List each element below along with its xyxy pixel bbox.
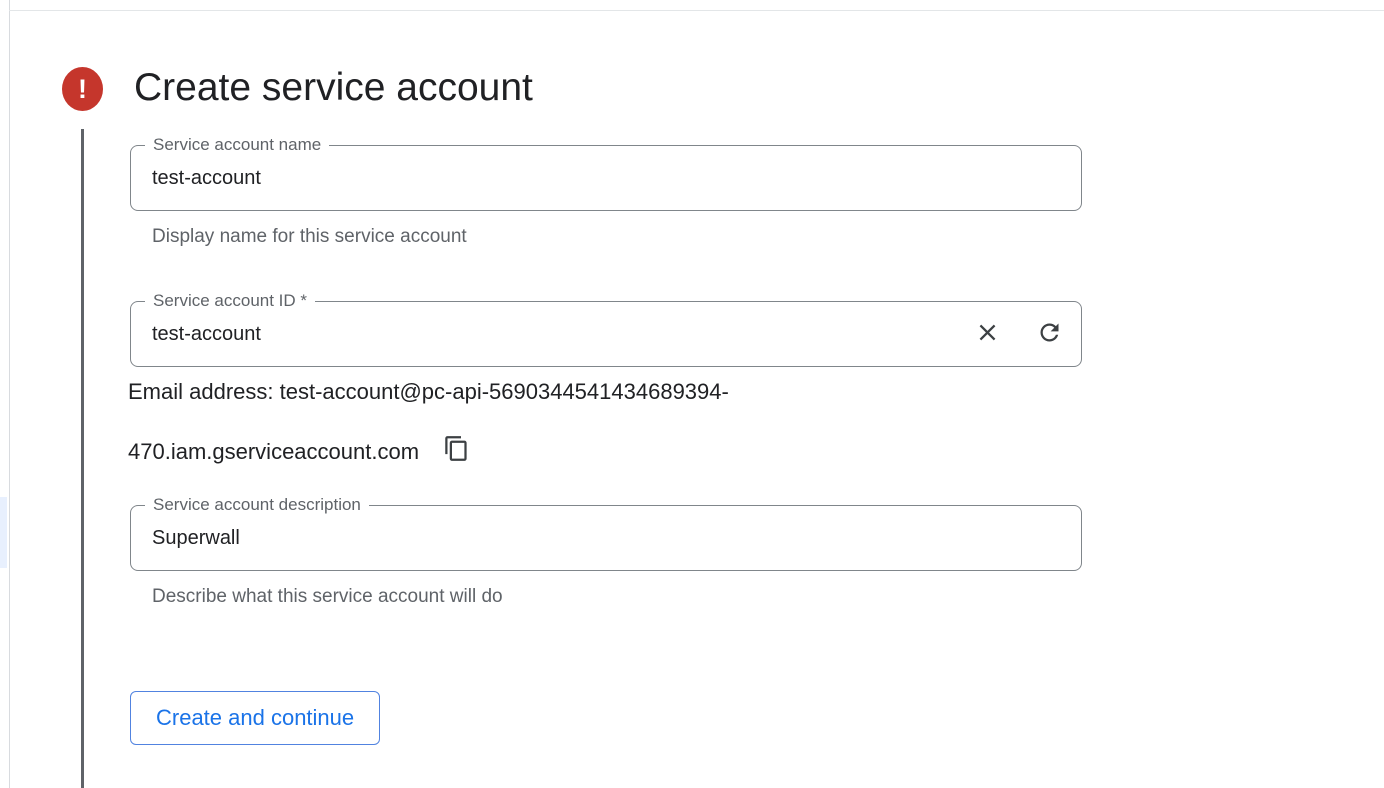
email-address-text: Email address: test-account@pc-api-56903… <box>128 362 729 482</box>
service-account-description-input[interactable] <box>152 507 1052 569</box>
create-and-continue-button[interactable]: Create and continue <box>130 691 380 745</box>
refresh-icon <box>1036 319 1063 349</box>
left-edge-highlight <box>0 497 7 568</box>
error-exclamation-icon: ! <box>62 67 103 111</box>
close-icon <box>974 319 1001 349</box>
service-account-description-field: Service account description <box>130 505 1082 571</box>
copy-email-button[interactable] <box>443 435 470 465</box>
service-account-id-input[interactable] <box>152 303 932 365</box>
service-account-description-helper: Describe what this service account will … <box>152 586 503 608</box>
clear-id-button[interactable] <box>967 314 1007 354</box>
page-title: Create service account <box>134 66 533 110</box>
regenerate-id-button[interactable] <box>1029 314 1069 354</box>
email-address-line-1: Email address: test-account@pc-api-56903… <box>128 362 729 422</box>
email-address-line-2: 470.iam.gserviceaccount.com <box>128 439 419 464</box>
service-account-name-helper: Display name for this service account <box>152 226 467 248</box>
email-address-line-2-row: 470.iam.gserviceaccount.com <box>128 422 729 482</box>
service-account-name-field: Service account name <box>130 145 1082 211</box>
panel-left-border <box>9 0 10 788</box>
copy-icon <box>443 450 470 465</box>
service-account-name-input[interactable] <box>152 147 1052 209</box>
panel-top-border <box>9 10 1384 11</box>
stepper-connector-line <box>81 129 84 788</box>
error-glyph: ! <box>78 76 87 103</box>
service-account-id-field: Service account ID * <box>130 301 1082 367</box>
